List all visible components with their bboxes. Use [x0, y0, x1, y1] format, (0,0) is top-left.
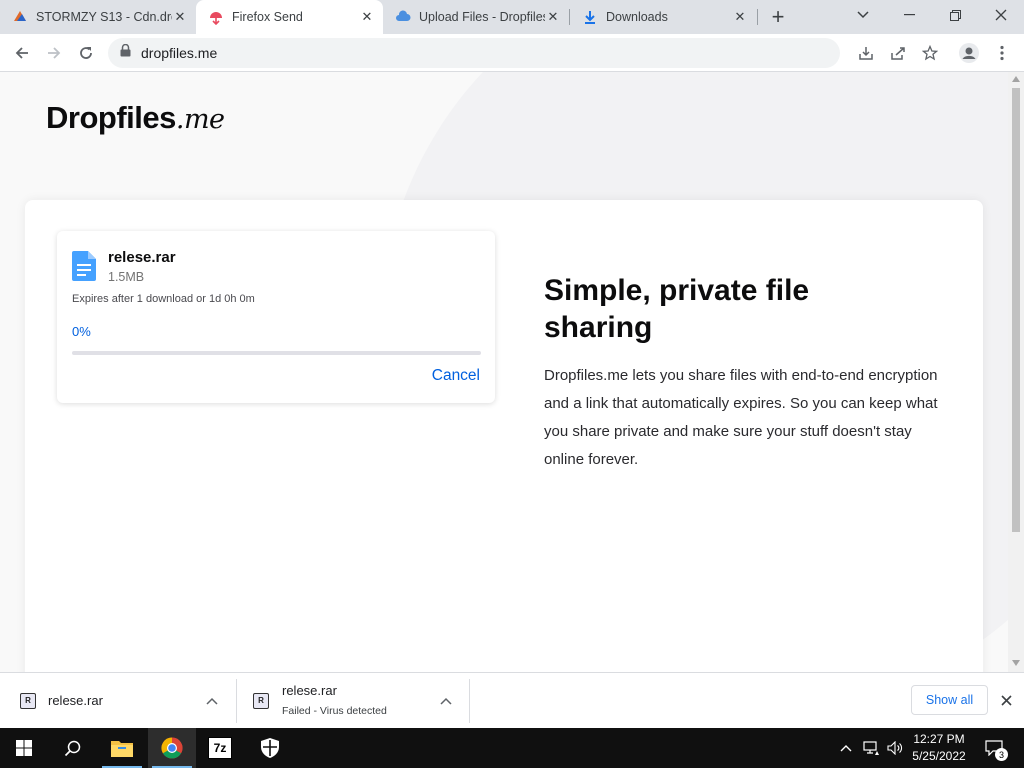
- tab-downloads[interactable]: Downloads ✕: [570, 0, 756, 34]
- taskbar-file-explorer[interactable]: [98, 728, 146, 768]
- notification-count-badge: 3: [995, 748, 1008, 761]
- tab-close-icon[interactable]: ✕: [732, 9, 748, 25]
- lock-icon: [120, 43, 131, 62]
- logo-text: Dropfiles: [46, 100, 176, 135]
- firefox-send-icon: [208, 9, 224, 25]
- download-item[interactable]: R relese.rar: [20, 673, 230, 728]
- winrar-file-icon: R: [253, 692, 269, 709]
- progress-percent: 0%: [72, 324, 91, 339]
- url-text: dropfiles.me: [141, 45, 218, 61]
- tab-close-icon[interactable]: ✕: [359, 9, 375, 25]
- start-button[interactable]: [0, 728, 48, 768]
- bookmark-star-icon[interactable]: [916, 39, 944, 67]
- file-name: relese.rar: [108, 249, 176, 266]
- menu-kebab-icon[interactable]: [988, 39, 1016, 67]
- document-icon: [72, 251, 96, 281]
- tab-separator: [757, 9, 758, 25]
- close-window-button[interactable]: [978, 0, 1024, 30]
- share-icon[interactable]: [884, 39, 912, 67]
- search-button[interactable]: [48, 728, 96, 768]
- browser-toolbar: dropfiles.me: [0, 34, 1024, 72]
- restore-button[interactable]: [932, 0, 978, 30]
- download-shelf: R relese.rar R relese.rar Failed - Virus…: [0, 672, 1024, 728]
- upload-panel: relese.rar 1.5MB Expires after 1 downloa…: [57, 231, 495, 403]
- download-status: Failed - Virus detected: [282, 705, 387, 717]
- tab-title: Downloads: [606, 10, 668, 24]
- file-explorer-icon: [111, 741, 133, 757]
- forward-icon[interactable]: [40, 39, 68, 67]
- upload-progress-bar: [72, 351, 481, 355]
- reload-icon[interactable]: [72, 39, 100, 67]
- scroll-up-icon[interactable]: [1012, 76, 1020, 82]
- tab-title: Firefox Send: [232, 10, 303, 24]
- tab-title: STORMZY S13 - Cdn.dropfiles: [36, 10, 172, 24]
- shelf-separator: [469, 679, 470, 723]
- tab-title: Upload Files - Dropfiles.me: [419, 10, 545, 24]
- minimize-button[interactable]: [886, 0, 932, 30]
- tab-firefox-send[interactable]: Firefox Send ✕: [196, 0, 383, 34]
- shelf-separator: [236, 679, 237, 723]
- tab-search-button[interactable]: [840, 0, 886, 30]
- tab-upload-files[interactable]: Upload Files - Dropfiles.me ✕: [383, 0, 569, 34]
- search-icon: [64, 740, 80, 756]
- show-hidden-icons-button[interactable]: [836, 728, 856, 768]
- expiry-text: Expires after 1 download or 1d 0h 0m: [72, 293, 255, 305]
- winrar-file-icon: R: [20, 692, 36, 709]
- address-bar[interactable]: dropfiles.me: [108, 38, 840, 68]
- file-size: 1.5MB: [108, 270, 145, 284]
- site-logo[interactable]: Dropfiles.me: [46, 100, 225, 136]
- page-scrollbar[interactable]: [1008, 72, 1024, 672]
- logo-suffix: .me: [175, 104, 225, 135]
- scroll-down-icon[interactable]: [1012, 660, 1020, 666]
- hero-headline: Simple, private file sharing: [544, 274, 810, 344]
- hero-description: Dropfiles.me lets you share files with e…: [544, 367, 938, 468]
- tab-strip: STORMZY S13 - Cdn.dropfiles ✕ Firefox Se…: [0, 0, 1024, 34]
- network-button[interactable]: [860, 728, 882, 768]
- main-card: relese.rar 1.5MB Expires after 1 downloa…: [25, 200, 983, 672]
- windows-taskbar: 7z 12:27 PM 5/25/2022 3: [0, 728, 1024, 768]
- cancel-button[interactable]: Cancel: [432, 367, 480, 385]
- close-shelf-icon[interactable]: [996, 690, 1016, 710]
- taskbar-windows-security[interactable]: [246, 728, 294, 768]
- web-page: Dropfiles.me relese.rar 1.5MB Expires af…: [0, 72, 1008, 672]
- download-item-failed[interactable]: R relese.rar Failed - Virus detected: [253, 673, 463, 728]
- volume-button[interactable]: [884, 728, 906, 768]
- network-icon: [863, 741, 879, 755]
- security-icon: [261, 738, 279, 758]
- dropfiles-tab-icon: [12, 9, 28, 25]
- volume-icon: [887, 741, 902, 755]
- download-options-chevron-icon[interactable]: [436, 691, 456, 711]
- install-app-icon[interactable]: [852, 39, 880, 67]
- windows-logo-icon: [16, 740, 32, 756]
- download-options-chevron-icon[interactable]: [202, 691, 222, 711]
- taskbar-chrome[interactable]: [148, 728, 196, 768]
- tab-close-icon[interactable]: ✕: [172, 9, 188, 25]
- tab-stormzy[interactable]: STORMZY S13 - Cdn.dropfiles ✕: [0, 0, 196, 34]
- profile-avatar-icon[interactable]: [955, 39, 983, 67]
- download-filename: relese.rar: [48, 693, 103, 708]
- back-icon[interactable]: [8, 39, 36, 67]
- 7zip-icon: 7z: [208, 737, 232, 759]
- scroll-thumb[interactable]: [1012, 88, 1020, 532]
- download-filename: relese.rar: [282, 683, 337, 698]
- chevron-up-icon: [840, 745, 852, 752]
- chrome-icon: [161, 737, 183, 759]
- clock-date: 5/25/2022: [912, 749, 966, 763]
- taskbar-clock[interactable]: 12:27 PM 5/25/2022: [906, 731, 972, 765]
- show-all-button[interactable]: Show all: [911, 685, 988, 715]
- action-center-button[interactable]: 3: [982, 728, 1008, 768]
- new-tab-button[interactable]: +: [765, 4, 791, 30]
- cloud-upload-icon: [395, 9, 411, 25]
- tab-close-icon[interactable]: ✕: [545, 9, 561, 25]
- taskbar-7zip[interactable]: 7z: [196, 728, 244, 768]
- download-icon: [582, 9, 598, 25]
- clock-time: 12:27 PM: [913, 732, 965, 746]
